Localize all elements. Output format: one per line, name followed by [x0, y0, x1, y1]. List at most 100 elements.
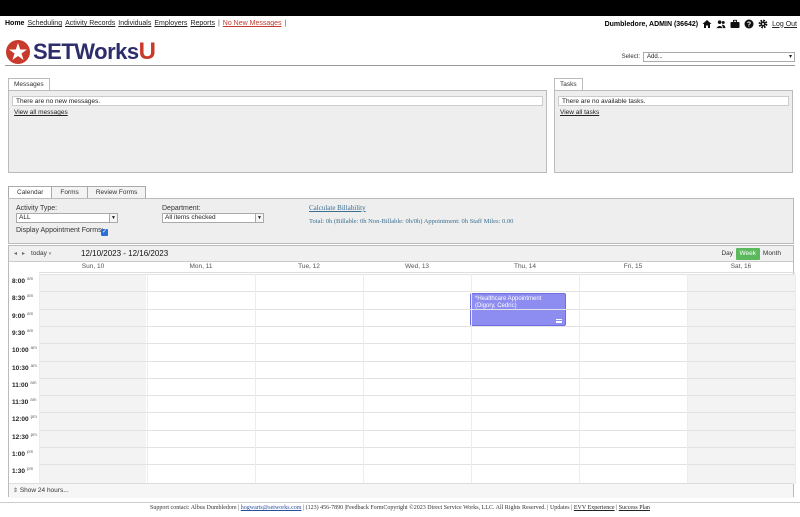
date-range: 12/10/2023 - 12/16/2023 — [81, 249, 169, 258]
gear-icon[interactable] — [758, 19, 768, 29]
day-column-line — [471, 274, 472, 484]
day-column-line — [363, 274, 364, 484]
time-label: 12:30 pm — [12, 431, 37, 441]
display-forms-label: Display Appointment Forms: — [16, 227, 104, 234]
department-select[interactable]: All items checked ▼ — [162, 213, 264, 223]
header-divider — [5, 65, 795, 66]
messages-text: There are no new messages. — [12, 96, 543, 106]
day-column-line — [795, 274, 796, 484]
week-calendar: ◂ ▸ today ▾ 12/10/2023 - 12/16/2023 Day … — [8, 245, 796, 498]
time-row-line — [39, 395, 795, 397]
nav-home[interactable]: Home — [5, 20, 24, 27]
briefcase-icon[interactable] — [730, 19, 740, 29]
footer: Support contact: Albus Dumbledore | hogw… — [0, 502, 800, 511]
time-grid[interactable]: *Healthcare Appointment (Digory, Cedric)… — [9, 274, 796, 484]
nav-employers[interactable]: Employers — [154, 20, 187, 27]
brand-logo[interactable]: SETWorksU — [5, 38, 156, 66]
tasks-text: There are no available tasks. — [558, 96, 789, 106]
day-column-line — [39, 274, 40, 484]
totals-summary: Total: 0h (Billable: 0h Non-Billable: 0h… — [309, 218, 514, 225]
home-icon[interactable] — [702, 19, 712, 29]
footer-contact: Support contact: Albus Dumbledore | — [150, 505, 240, 511]
day-header: Tue, 12 — [255, 263, 363, 273]
day-header: Fri, 15 — [579, 263, 687, 273]
chevron-down-icon: ▼ — [109, 214, 117, 222]
people-icon[interactable] — [716, 19, 726, 29]
evv-experience-link[interactable]: EVV Experience — [574, 505, 615, 511]
weekend-shade — [687, 274, 795, 484]
time-row-line — [39, 308, 795, 310]
tab-forms[interactable]: Forms — [51, 186, 88, 198]
time-label: 12:00 pm — [12, 414, 37, 424]
event-title: *Healthcare Appointment (Digory, Cedric) — [475, 296, 542, 309]
next-week-icon[interactable]: ▸ — [22, 250, 25, 257]
weekend-shade — [39, 274, 146, 484]
tasks-tab[interactable]: Tasks — [554, 78, 583, 90]
day-header: Sun, 10 — [39, 263, 147, 273]
quick-select: Select: Add... ▾ — [622, 52, 795, 62]
nav-separator: | — [217, 20, 220, 27]
footer-text: | (123) 456-7890 |Feedback FormCopyright… — [302, 505, 573, 511]
top-band — [0, 0, 800, 16]
view-all-tasks-link[interactable]: View all tasks — [560, 109, 599, 116]
day-column-line — [255, 274, 256, 484]
success-plan-link[interactable]: Success Plan — [619, 505, 650, 511]
day-header: Thu, 14 — [471, 263, 579, 273]
calculate-billability-link[interactable]: Calculate Billability — [309, 204, 366, 212]
time-row-line — [39, 377, 795, 379]
activity-type-select[interactable]: ALL ▼ — [16, 213, 118, 223]
time-label: 1:30 pm — [12, 466, 34, 476]
chevron-down-icon: ▼ — [255, 214, 263, 222]
tab-review-forms[interactable]: Review Forms — [86, 186, 147, 198]
time-label: 1:00 pm — [12, 449, 34, 459]
time-row-line — [39, 343, 795, 345]
show-24-hours[interactable]: ⇕ Show 24 hours... — [9, 483, 793, 498]
time-label: 9:00 am — [12, 310, 34, 320]
tab-calendar[interactable]: Calendar — [8, 186, 53, 198]
view-week-button[interactable]: Week — [735, 248, 760, 260]
time-label: 9:30 am — [12, 327, 34, 338]
time-label: 11:00 am — [12, 379, 37, 389]
day-column-line — [579, 274, 580, 484]
user-area: Dumbledore, ADMIN (36642) ? Log Out — [605, 19, 797, 29]
expand-icon: ⇕ — [13, 488, 19, 494]
calendar-toolbar: ◂ ▸ today ▾ 12/10/2023 - 12/16/2023 Day … — [9, 246, 793, 262]
view-month-button[interactable]: Month — [759, 248, 785, 260]
nav-activity-records[interactable]: Activity Records — [65, 20, 115, 27]
prev-week-icon[interactable]: ◂ — [14, 250, 17, 257]
select-label: Select: — [621, 54, 640, 60]
nav-menu: Home Scheduling Activity Records Individ… — [5, 20, 286, 27]
add-select[interactable]: Add... ▾ — [643, 52, 795, 62]
time-row-line — [39, 325, 795, 327]
nav-reports[interactable]: Reports — [190, 20, 215, 27]
day-column-line — [147, 274, 148, 484]
help-icon[interactable]: ? — [744, 19, 754, 29]
day-column-line — [687, 274, 688, 484]
menu-icon[interactable] — [556, 319, 562, 323]
today-button[interactable]: today ▾ — [31, 250, 51, 257]
svg-text:?: ? — [747, 22, 751, 29]
logout-link[interactable]: Log Out — [772, 21, 797, 28]
nav-individuals[interactable]: Individuals — [118, 20, 151, 27]
time-label: 8:30 am — [12, 293, 34, 303]
nav-messages[interactable]: No New Messages — [223, 20, 282, 27]
view-all-messages-link[interactable]: View all messages — [14, 109, 68, 116]
footer-separator: | — [616, 505, 618, 511]
tasks-panel: There are no available tasks. View all t… — [554, 90, 793, 173]
time-label: 11:30 am — [12, 397, 37, 407]
calendar-tabs: Calendar Forms Review Forms — [8, 186, 147, 198]
user-name: Dumbledore, ADMIN (36642) — [604, 20, 699, 28]
display-forms-checkbox[interactable]: ✓ — [101, 229, 108, 236]
support-email-link[interactable]: hogwarts@setworks.com — [241, 505, 302, 511]
view-day-button[interactable]: Day — [717, 248, 737, 260]
calendar-filters: Activity Type: ALL ▼ Department: All item… — [8, 198, 794, 244]
messages-tab[interactable]: Messages — [8, 78, 50, 90]
time-row-line — [39, 447, 795, 448]
time-label: 10:30 am — [12, 362, 37, 372]
nav-scheduling[interactable]: Scheduling — [27, 20, 62, 27]
logo-star-icon — [6, 40, 30, 64]
time-row-line — [39, 412, 795, 414]
nav-bar: Home Scheduling Activity Records Individ… — [0, 16, 800, 34]
time-row-line — [39, 291, 795, 293]
time-row-line — [39, 464, 795, 466]
